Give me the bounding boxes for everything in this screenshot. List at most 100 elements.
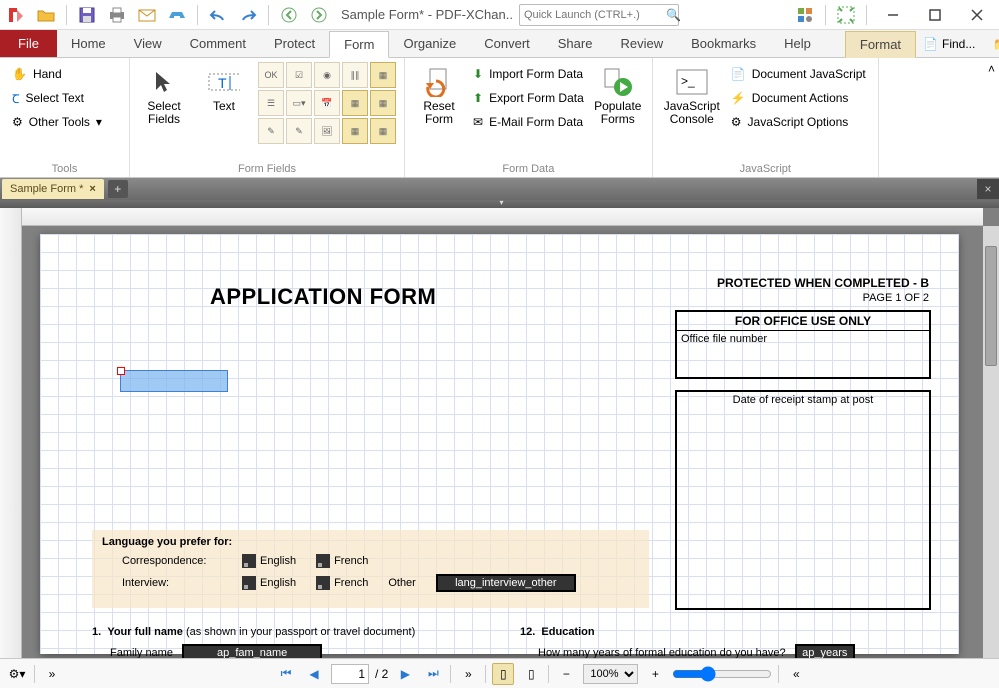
field-grid5-icon[interactable]: ▦ — [370, 118, 396, 144]
tab-home[interactable]: Home — [57, 30, 120, 57]
ui-options-icon[interactable] — [791, 2, 819, 28]
last-page-icon[interactable]: ⏭ — [422, 663, 444, 685]
first-page-icon[interactable]: ⏮ — [275, 663, 297, 685]
tab-form[interactable]: Form — [329, 31, 389, 58]
form-field-grid: OK ☑ ◉ ∥∥ ▦ ☰ ▭▾ 📅 ▦ ▦ ✎ ✎ 🖼 ▦ ▦ — [258, 62, 396, 144]
quick-launch-box[interactable]: 🔍 — [519, 4, 679, 26]
tab-format[interactable]: Format — [845, 31, 916, 58]
email-form-data[interactable]: ✉E-Mail Form Data — [469, 110, 588, 134]
expand-left-icon[interactable]: » — [41, 663, 63, 685]
reset-form-button[interactable]: Reset Form — [413, 62, 465, 130]
pdf-page[interactable]: APPLICATION FORM PROTECTED WHEN COMPLETE… — [40, 234, 959, 654]
options-gear-icon[interactable]: ⚙▾ — [6, 663, 28, 685]
text-field-other[interactable]: lang_interview_other — [436, 574, 576, 592]
tab-view[interactable]: View — [120, 30, 176, 57]
open-icon[interactable] — [32, 2, 60, 28]
scrollbar-thumb[interactable] — [985, 246, 997, 366]
checkbox-field[interactable] — [242, 554, 256, 568]
javascript-options[interactable]: ⚙JavaScript Options — [727, 110, 870, 134]
field-ok-icon[interactable]: OK — [258, 62, 284, 88]
close-all-icon[interactable]: × — [977, 179, 999, 199]
field-sig-icon[interactable]: ✎ — [258, 118, 284, 144]
search-icon[interactable]: 🔍 — [666, 8, 681, 22]
redo-icon[interactable] — [234, 2, 262, 28]
prev-page-icon[interactable]: ◀ — [303, 663, 325, 685]
chevron-down-icon: ▾ — [96, 115, 102, 129]
populate-forms-button[interactable]: Populate Forms — [592, 62, 644, 130]
field-grid1-icon[interactable]: ▦ — [370, 62, 396, 88]
js-console-button[interactable]: >_ JavaScript Console — [661, 62, 723, 130]
zoom-slider[interactable] — [672, 666, 772, 682]
field-image-icon[interactable]: 🖼 — [314, 118, 340, 144]
tab-comment[interactable]: Comment — [176, 30, 260, 57]
zoom-select[interactable]: 100% — [583, 664, 638, 684]
field-grid2-icon[interactable]: ▦ — [342, 90, 368, 116]
panel-handle[interactable] — [0, 200, 999, 208]
tab-organize[interactable]: Organize — [389, 30, 470, 57]
field-grid4-icon[interactable]: ▦ — [342, 118, 368, 144]
text-field-years[interactable]: ap_years — [795, 644, 855, 658]
field-date-icon[interactable]: 📅 — [314, 90, 340, 116]
tab-review[interactable]: Review — [606, 30, 677, 57]
field-combo-icon[interactable]: ▭▾ — [286, 90, 312, 116]
field-radio-icon[interactable]: ◉ — [314, 62, 340, 88]
close-button[interactable] — [957, 1, 997, 29]
layout-cont-icon[interactable]: ▯ — [520, 663, 542, 685]
email-icon[interactable] — [133, 2, 161, 28]
tab-share[interactable]: Share — [544, 30, 607, 57]
text-field-button[interactable]: T Text — [198, 62, 250, 117]
hand-tool[interactable]: ✋Hand — [8, 62, 121, 86]
office-header: FOR OFFICE USE ONLY — [677, 312, 929, 331]
export-form-data[interactable]: ⬆Export Form Data — [469, 86, 588, 110]
field-list-icon[interactable]: ☰ — [258, 90, 284, 116]
app-icon[interactable] — [2, 2, 30, 28]
checkbox-field[interactable] — [316, 554, 330, 568]
scan-icon[interactable] — [163, 2, 191, 28]
interview-label: Interview: — [122, 577, 222, 589]
quick-launch-input[interactable] — [524, 9, 666, 21]
select-fields-button[interactable]: Select Fields — [138, 62, 190, 130]
selected-form-field[interactable] — [120, 370, 228, 392]
tab-help[interactable]: Help — [770, 30, 825, 57]
close-tab-icon[interactable]: × — [89, 183, 95, 195]
maximize-button[interactable] — [915, 1, 955, 29]
zoom-out-icon[interactable]: − — [555, 663, 577, 685]
field-check-icon[interactable]: ☑ — [286, 62, 312, 88]
field-barcode-icon[interactable]: ∥∥ — [342, 62, 368, 88]
nav-fwd-icon[interactable] — [305, 2, 333, 28]
new-tab-button[interactable]: + — [108, 180, 128, 198]
tab-file[interactable]: File — [0, 30, 57, 57]
ribbon-group-javascript: >_ JavaScript Console 📄Document JavaScri… — [653, 58, 879, 177]
hand-icon: ✋ — [12, 67, 27, 81]
field-grid3-icon[interactable]: ▦ — [370, 90, 396, 116]
select-text-tool[interactable]: ꞆSelect Text — [8, 86, 121, 110]
next-page-icon[interactable]: ▶ — [394, 663, 416, 685]
zoom-in-icon[interactable]: + — [644, 663, 666, 685]
import-form-data[interactable]: ⬇Import Form Data — [469, 62, 588, 86]
minimize-button[interactable] — [873, 1, 913, 29]
document-actions[interactable]: ⚡Document Actions — [727, 86, 870, 110]
layout-single-icon[interactable]: ▯ — [492, 663, 514, 685]
expand-right-icon[interactable]: « — [785, 663, 807, 685]
save-icon[interactable] — [73, 2, 101, 28]
tab-convert[interactable]: Convert — [470, 30, 544, 57]
vertical-scrollbar[interactable] — [983, 226, 999, 658]
other-tools[interactable]: ⚙Other Tools▾ — [8, 110, 121, 134]
checkbox-field[interactable] — [242, 576, 256, 590]
field-sig2-icon[interactable]: ✎ — [286, 118, 312, 144]
print-icon[interactable] — [103, 2, 131, 28]
nav-back-icon[interactable] — [275, 2, 303, 28]
tab-protect[interactable]: Protect — [260, 30, 329, 57]
ribbon-collapse[interactable]: ˄ — [984, 58, 999, 177]
expand-mid-icon[interactable]: » — [457, 663, 479, 685]
document-tab[interactable]: Sample Form * × — [2, 179, 104, 199]
fit-icon[interactable] — [832, 2, 860, 28]
tab-bookmarks[interactable]: Bookmarks — [677, 30, 770, 57]
checkbox-field[interactable] — [316, 576, 330, 590]
page-number-input[interactable] — [331, 664, 369, 684]
text-field-family[interactable]: ap_fam_name — [182, 644, 322, 658]
undo-icon[interactable] — [204, 2, 232, 28]
search-folder-button[interactable]: 📁 — [986, 33, 999, 55]
document-javascript[interactable]: 📄Document JavaScript — [727, 62, 870, 86]
find-button[interactable]: 📄 Find... — [916, 33, 982, 55]
